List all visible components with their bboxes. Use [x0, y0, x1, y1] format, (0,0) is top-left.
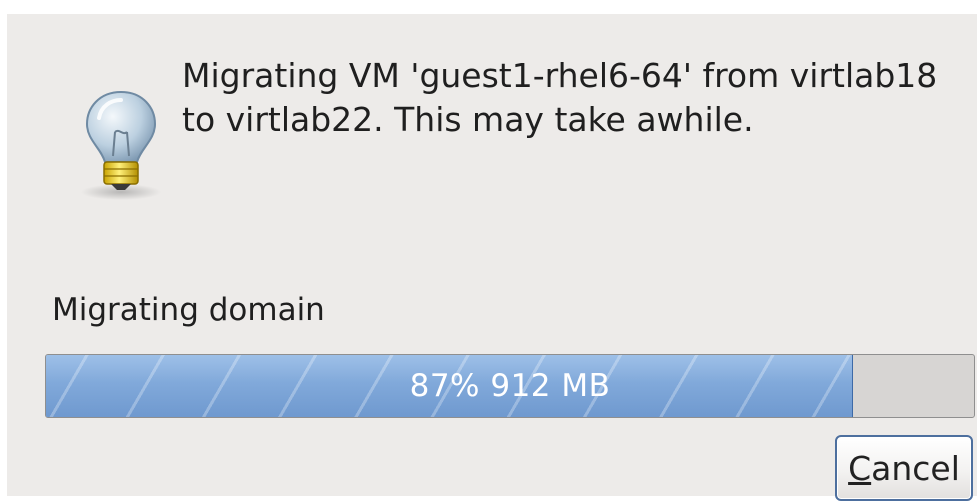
migration-progress-bar: 87% 912 MB	[45, 354, 975, 418]
progress-text: 87% 912 MB	[409, 368, 611, 404]
cancel-button[interactable]: Cancel	[835, 435, 973, 501]
progress-label: Migrating domain	[52, 292, 325, 328]
migrate-dialog: Migrating VM 'guest1-rhel6-64' from virt…	[7, 14, 977, 501]
lightbulb-icon	[75, 84, 167, 204]
migration-message: Migrating VM 'guest1-rhel6-64' from virt…	[182, 56, 938, 139]
cancel-mnemonic: C	[848, 448, 872, 488]
cancel-label: ancel	[871, 448, 960, 488]
